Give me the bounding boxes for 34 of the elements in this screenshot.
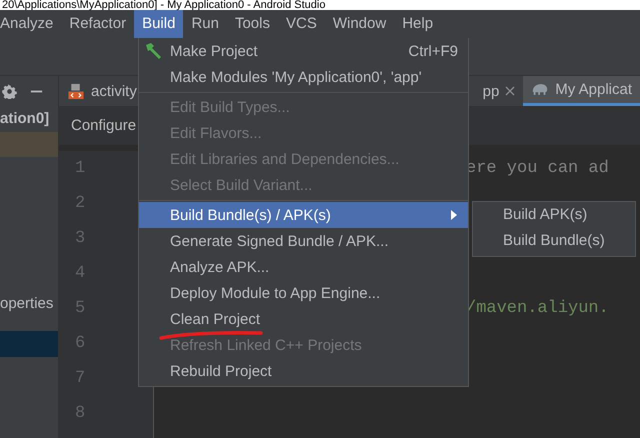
menu-bar-item[interactable]: Analyze bbox=[0, 10, 62, 38]
menu-bar-item[interactable]: Refactor bbox=[61, 10, 134, 38]
close-icon[interactable] bbox=[505, 86, 516, 96]
menu-item[interactable]: Build APK(s) bbox=[473, 202, 635, 228]
project-root-label: ation0] bbox=[0, 109, 50, 129]
menu-item[interactable]: Make Modules 'My Application0', 'app' bbox=[139, 64, 468, 90]
elephant-icon bbox=[531, 81, 550, 98]
menu-bar-item[interactable]: Window bbox=[324, 10, 394, 38]
menu-bar-item[interactable]: Tools bbox=[226, 10, 278, 38]
menu-item[interactable]: Generate Signed Bundle / APK... bbox=[139, 228, 468, 254]
menu-item[interactable]: Clean Project bbox=[139, 306, 468, 332]
menu-item[interactable]: Build Bundle(s) bbox=[473, 228, 635, 254]
editor-tab[interactable]: pp bbox=[480, 76, 524, 106]
selected-row bbox=[0, 331, 58, 357]
menu-bar-item[interactable]: VCS bbox=[278, 10, 325, 38]
tree-item[interactable]: operties bbox=[0, 291, 58, 317]
editor-tab[interactable]: activity bbox=[59, 76, 139, 106]
menu-bar-item[interactable]: Build bbox=[134, 10, 184, 38]
menu-item[interactable]: Make Project Ctrl+F9 bbox=[139, 38, 468, 64]
menu-item[interactable]: Analyze APK... bbox=[139, 254, 468, 280]
menu-item[interactable]: Build Bundle(s) / APK(s) bbox=[139, 202, 468, 228]
menu-bar-item[interactable]: Run bbox=[183, 10, 227, 38]
hammer-icon bbox=[145, 42, 163, 60]
highlighted-row bbox=[0, 132, 58, 157]
menu-bar-item[interactable]: Help bbox=[394, 10, 442, 38]
window-title: 20\Applications\MyApplication0] - My Application0 - Android Studio bbox=[1, 0, 326, 10]
code-line: /maven.aliyun. bbox=[466, 299, 609, 318]
layout-file-icon bbox=[67, 82, 85, 100]
menu-item[interactable]: Deploy Module to App Engine... bbox=[139, 280, 468, 306]
menu-item[interactable]: Rebuild Project bbox=[139, 358, 468, 384]
editor-tab[interactable]: My Applicat bbox=[523, 76, 640, 106]
submenu-arrow-icon bbox=[450, 209, 458, 221]
breadcrumb[interactable]: Configure bbox=[71, 117, 136, 134]
settings-icon[interactable] bbox=[2, 84, 17, 98]
